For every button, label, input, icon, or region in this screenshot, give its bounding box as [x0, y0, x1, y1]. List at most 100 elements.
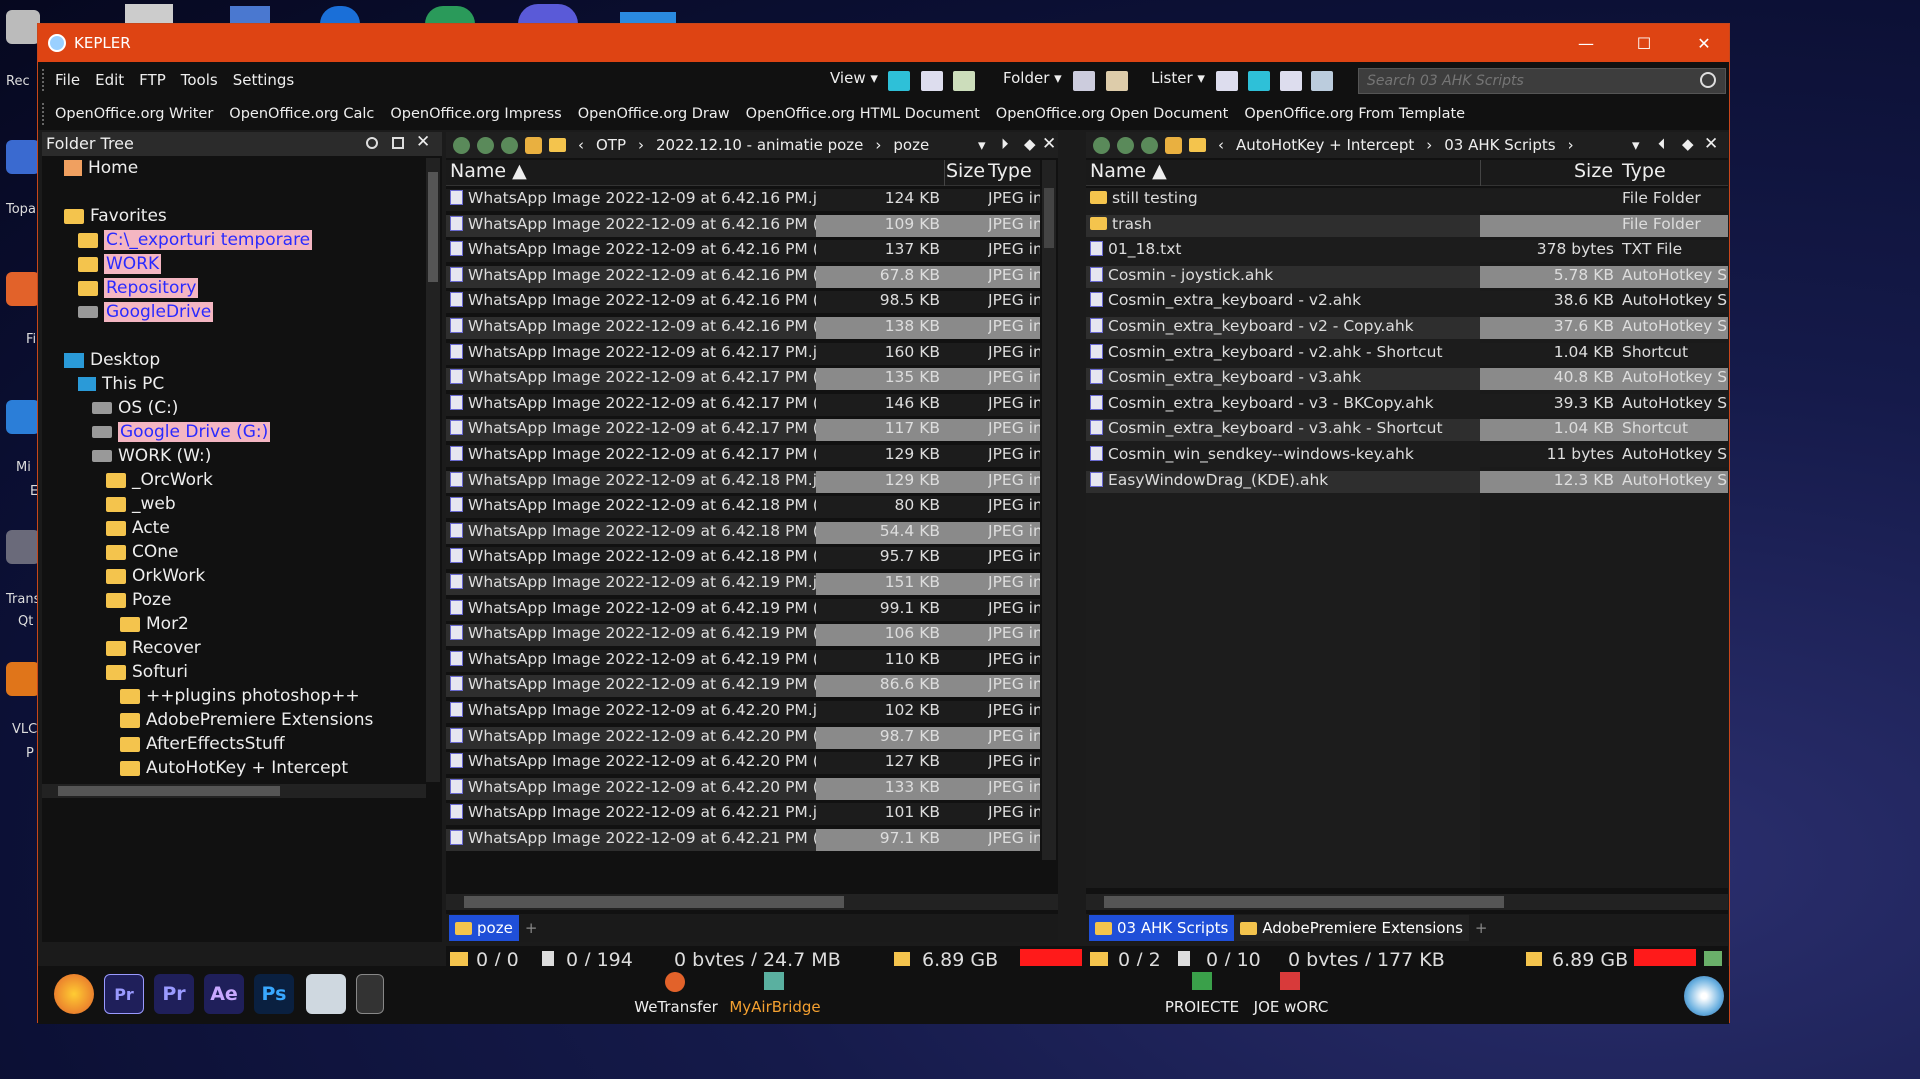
tree-vertical-scrollbar[interactable] [426, 158, 440, 782]
tree-item-favorites[interactable]: Favorites [64, 206, 167, 226]
column-name[interactable]: Name ▲ [1090, 160, 1167, 182]
add-tab-icon[interactable]: + [525, 919, 538, 937]
favorite-icon[interactable] [525, 136, 542, 154]
close-icon[interactable]: ✕ [1042, 134, 1056, 154]
menu-ftp[interactable]: FTP [139, 71, 166, 89]
file-row[interactable]: WhatsApp Image 2022-12-09 at 6.42.18 PM … [446, 521, 1040, 544]
play-icon[interactable]: ⏴ [1658, 135, 1666, 153]
launcher-proiecte[interactable]: PROIECTE [1162, 998, 1242, 1016]
tree-item-folder[interactable]: _OrcWork [106, 470, 213, 490]
file-row[interactable]: Cosmin_extra_keyboard - v2 - Copy.ahk 37.… [1086, 316, 1728, 339]
tree-item-folder[interactable]: Poze [106, 590, 171, 610]
tree-item-fav[interactable]: GoogleDrive [78, 302, 214, 322]
swap-icon[interactable]: ◆ [1682, 135, 1694, 153]
file-row[interactable]: Cosmin_win_sendkey--windows-key.ahk 11 by… [1086, 444, 1728, 467]
menu-edit[interactable]: Edit [95, 71, 124, 89]
tab-poze[interactable]: poze [449, 915, 519, 941]
search-input[interactable] [1358, 68, 1726, 94]
back-icon[interactable] [1093, 136, 1110, 154]
tree-item-folder[interactable]: _web [106, 494, 176, 514]
tree-horizontal-scrollbar[interactable] [42, 784, 426, 798]
app-writer[interactable]: OpenOffice.org Writer [55, 106, 213, 122]
tree-item-folder[interactable]: ++plugins photoshop++ [120, 686, 360, 706]
myairbridge-icon[interactable] [764, 972, 784, 990]
file-row[interactable]: WhatsApp Image 2022-12-09 at 6.42.20 PM … [446, 726, 1040, 749]
photoshop-icon[interactable]: Ps [254, 974, 294, 1014]
file-row[interactable]: WhatsApp Image 2022-12-09 at 6.42.19 PM … [446, 598, 1040, 621]
tree-item-os-drive[interactable]: OS (C:) [92, 398, 178, 418]
details-view-icon[interactable] [888, 71, 910, 91]
file-row[interactable]: trash File Folder [1086, 214, 1728, 237]
history-dropdown-icon[interactable]: ▾ [1632, 136, 1640, 154]
tree-item-folder[interactable]: OrkWork [106, 566, 205, 586]
file-row[interactable]: Cosmin_extra_keyboard - v2.ahk 38.6 KB Aut… [1086, 290, 1728, 314]
tree-item-folder[interactable]: Recover [106, 638, 201, 658]
up-icon[interactable] [1141, 136, 1158, 154]
premiere-icon[interactable]: Pr [154, 974, 194, 1014]
launcher-joe-worc[interactable]: JOE wORC [1246, 998, 1336, 1016]
desktop-icon-top[interactable] [230, 6, 270, 24]
file-row[interactable]: Cosmin - joystick.ahk 5.78 KB AutoHotkey S… [1086, 265, 1728, 288]
file-row[interactable]: WhatsApp Image 2022-12-09 at 6.42.16 PM … [446, 290, 1040, 314]
file-row[interactable]: WhatsApp Image 2022-12-09 at 6.42.20 PM.… [446, 700, 1040, 723]
file-row[interactable]: WhatsApp Image 2022-12-09 at 6.42.16 PM … [446, 316, 1040, 339]
list-view-icon[interactable] [921, 71, 943, 91]
tree-item-folder[interactable]: Acte [106, 518, 170, 538]
app-draw[interactable]: OpenOffice.org Draw [578, 106, 730, 122]
up-icon[interactable] [501, 136, 518, 154]
tree-item-folder[interactable]: COne [106, 542, 178, 562]
file-row[interactable]: WhatsApp Image 2022-12-09 at 6.42.17 PM.… [446, 342, 1040, 365]
close-icon[interactable]: ✕ [1704, 134, 1718, 154]
file-row[interactable]: WhatsApp Image 2022-12-09 at 6.42.16 PM … [446, 265, 1040, 288]
tree-item-folder[interactable]: Mor2 [120, 614, 189, 634]
folder-layout-icon[interactable] [1073, 71, 1095, 91]
file-row[interactable]: WhatsApp Image 2022-12-09 at 6.42.17 PM … [446, 418, 1040, 442]
desktop-icon-top[interactable] [518, 4, 578, 24]
desktop-icon-firefox[interactable] [6, 272, 40, 306]
file-row[interactable]: WhatsApp Image 2022-12-09 at 6.42.18 PM.… [446, 470, 1040, 493]
close-button[interactable]: ✕ [1674, 24, 1734, 62]
minimize-button[interactable]: — [1556, 24, 1616, 62]
title-bar[interactable]: KEPLER — ☐ ✕ [38, 24, 1729, 62]
forward-icon[interactable] [477, 136, 494, 154]
desktop-icon-recycle[interactable] [6, 10, 40, 44]
breadcrumb-item[interactable]: 2022.12.10 - animatie poze [656, 136, 863, 154]
menu-file[interactable]: File [55, 71, 80, 89]
file-row[interactable]: Cosmin_extra_keyboard - v3.ahk 40.8 KB Aut… [1086, 367, 1728, 391]
view-dropdown[interactable]: View ▾ [830, 69, 878, 87]
menu-settings[interactable]: Settings [233, 71, 295, 89]
scroll-thumb[interactable] [428, 172, 438, 282]
breadcrumb-item[interactable]: OTP [596, 136, 626, 154]
right-horizontal-scrollbar[interactable] [1086, 894, 1728, 910]
column-type[interactable]: Type [1622, 160, 1666, 182]
tree-item-google-drive[interactable]: Google Drive (G:) [92, 422, 271, 442]
app-impress[interactable]: OpenOffice.org Impress [390, 106, 561, 122]
column-size[interactable]: Size [946, 160, 985, 182]
column-type[interactable]: Type [988, 160, 1032, 182]
desktop-icon-top[interactable] [320, 6, 360, 24]
folder-icon[interactable] [1189, 138, 1206, 152]
play-icon[interactable]: ⏵ [1001, 135, 1009, 153]
tree-item-fav[interactable]: Repository [78, 278, 199, 298]
column-name[interactable]: Name ▲ [450, 160, 527, 182]
scroll-thumb[interactable] [1044, 188, 1054, 248]
scroll-thumb[interactable] [58, 786, 280, 796]
tree-item-folder[interactable]: AutoHotKey + Intercept [120, 758, 348, 778]
left-vertical-scrollbar[interactable] [1042, 160, 1056, 860]
tree-item-folder[interactable]: AdobePremiere Extensions [120, 710, 373, 730]
file-row[interactable]: WhatsApp Image 2022-12-09 at 6.42.19 PM.… [446, 572, 1040, 595]
tree-item-fav[interactable]: WORK [78, 254, 162, 274]
folder-layout-icon[interactable] [1106, 71, 1128, 91]
history-dropdown-icon[interactable]: ▾ [978, 136, 986, 154]
breadcrumb-item[interactable]: 03 AHK Scripts [1444, 136, 1555, 154]
tab-03-ahk-scripts[interactable]: 03 AHK Scripts [1089, 915, 1235, 941]
tree-item-this-pc[interactable]: This PC [78, 374, 164, 394]
file-row[interactable]: WhatsApp Image 2022-12-09 at 6.42.17 PM … [446, 393, 1040, 416]
file-row[interactable]: WhatsApp Image 2022-12-09 at 6.42.21 PM.… [446, 802, 1040, 826]
file-row[interactable]: WhatsApp Image 2022-12-09 at 6.42.16 PM … [446, 214, 1040, 237]
desktop-icon-edge[interactable] [6, 400, 40, 434]
file-row[interactable]: 01_18.txt 378 bytes TXT File [1086, 239, 1728, 263]
joe-worc-icon[interactable] [1280, 972, 1300, 990]
file-row[interactable]: WhatsApp Image 2022-12-09 at 6.42.18 PM … [446, 495, 1040, 519]
file-row[interactable]: WhatsApp Image 2022-12-09 at 6.42.16 PM.… [446, 188, 1040, 211]
